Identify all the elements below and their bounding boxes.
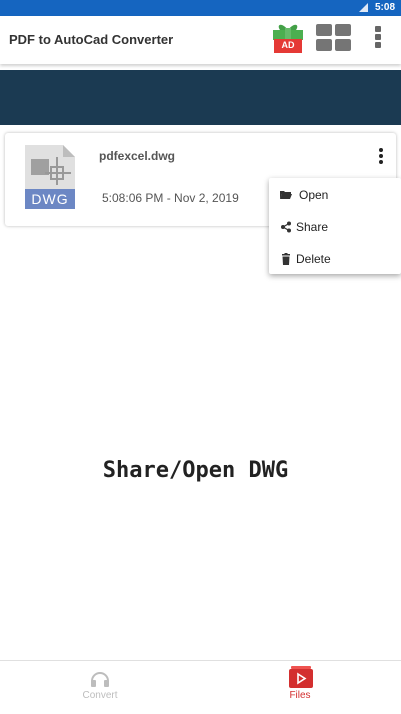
- file-options-menu: Open Share Delete: [269, 178, 401, 274]
- overflow-menu-button[interactable]: [370, 24, 386, 50]
- menu-item-delete[interactable]: Delete: [269, 243, 401, 275]
- more-vert-icon: [375, 34, 381, 40]
- grid-view-icon: [316, 24, 332, 36]
- file-name: pdfexcel.dwg: [99, 149, 176, 163]
- center-caption: Share/Open DWG: [102, 458, 289, 483]
- gift-ad-button[interactable]: AD: [272, 20, 304, 54]
- more-vert-icon: [379, 154, 383, 158]
- nav-label-files: Files: [289, 690, 311, 701]
- dwg-file-icon: DWG: [25, 145, 75, 209]
- grid-view-button[interactable]: [316, 24, 352, 52]
- menu-item-share[interactable]: Share: [269, 211, 401, 243]
- more-vert-icon: [375, 42, 381, 48]
- more-vert-icon: [379, 160, 383, 164]
- app-root: 5:08 PDF to AutoCad Converter AD DWG pdf…: [0, 0, 401, 714]
- trash-icon: [282, 253, 290, 265]
- nav-item-convert[interactable]: Convert: [60, 661, 140, 714]
- menu-item-label: Share: [296, 220, 329, 234]
- more-vert-icon: [375, 26, 381, 32]
- status-time: 5:08: [374, 2, 395, 13]
- ad-banner[interactable]: [0, 70, 401, 125]
- menu-item-open[interactable]: Open: [269, 179, 401, 211]
- signal-icon: [359, 3, 368, 12]
- bottom-navigation: Convert Files: [0, 660, 401, 714]
- more-vert-icon: [379, 148, 383, 152]
- folder-open-icon: [280, 191, 292, 199]
- menu-item-label: Delete: [296, 252, 331, 266]
- status-bar: 5:08: [0, 0, 401, 16]
- file-options-button[interactable]: [376, 148, 386, 164]
- grid-view-icon: [335, 24, 351, 36]
- grid-view-icon: [316, 39, 332, 51]
- menu-item-label: Open: [299, 188, 329, 202]
- app-bar: PDF to AutoCad Converter AD: [0, 16, 401, 64]
- convert-icon: [91, 672, 109, 687]
- ad-label: AD: [281, 40, 295, 50]
- share-icon: [281, 221, 291, 233]
- file-date: 5:08:06 PM - Nov 2, 2019: [102, 191, 239, 205]
- nav-label-convert: Convert: [82, 690, 118, 701]
- app-title: PDF to AutoCad Converter: [9, 32, 174, 47]
- nav-item-files[interactable]: Files: [260, 661, 340, 714]
- file-type-label: DWG: [31, 191, 69, 207]
- files-icon: [289, 666, 313, 688]
- grid-view-icon: [335, 39, 351, 51]
